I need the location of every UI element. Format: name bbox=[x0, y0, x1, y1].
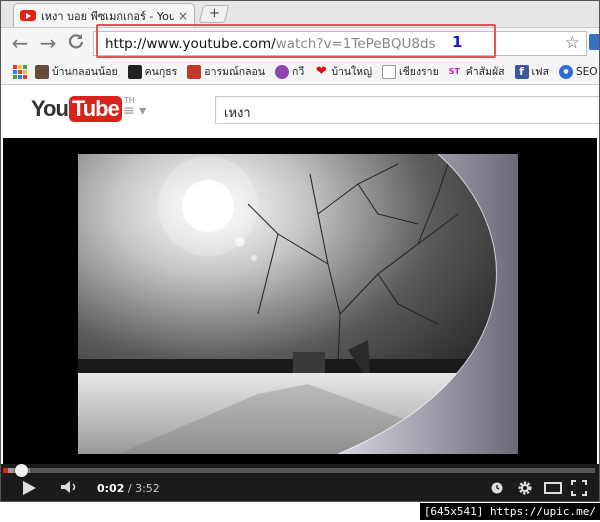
seo-icon: ● bbox=[558, 64, 573, 79]
duration: / 3:52 bbox=[127, 482, 160, 495]
page-icon bbox=[382, 64, 397, 79]
reload-icon bbox=[68, 34, 84, 49]
image-watermark: [645x541] https://upic.me/ bbox=[419, 503, 600, 520]
video-frame-image bbox=[78, 154, 518, 454]
bookmark-favicon bbox=[35, 64, 49, 79]
settings-gear-icon[interactable] bbox=[517, 480, 533, 496]
time-display: 0:02 / 3:52 bbox=[97, 482, 160, 495]
player-controls: 0:02 / 3:52 bbox=[1, 464, 599, 501]
bookmark-label: บ้านกลอนน้อย bbox=[52, 66, 118, 78]
facebook-icon: f bbox=[514, 64, 529, 79]
reload-button[interactable] bbox=[65, 32, 87, 54]
bookmark-item[interactable]: คนกุธร bbox=[127, 63, 178, 80]
video-player[interactable] bbox=[3, 138, 597, 466]
bookmark-label: กวี bbox=[292, 66, 305, 78]
volume-icon[interactable] bbox=[60, 480, 80, 494]
bookmark-label: บ้านใหญ่ bbox=[331, 66, 373, 78]
tab-close-icon[interactable]: × bbox=[178, 9, 188, 23]
bookmark-star-icon[interactable]: ☆ bbox=[565, 33, 580, 53]
annotation-highlight-box bbox=[96, 24, 496, 58]
search-value: เหงา bbox=[224, 106, 251, 121]
bookmark-label: SEO bbox=[575, 65, 598, 78]
bookmark-label: อารมณ์กลอน bbox=[204, 66, 266, 78]
youtube-header: You Tube TH ≡ ▾ เหงา bbox=[1, 86, 599, 138]
youtube-logo[interactable]: You Tube TH bbox=[31, 96, 135, 122]
logo-you-text: You bbox=[31, 96, 69, 121]
st-icon: ST bbox=[448, 66, 460, 76]
bookmarks-bar: บ้านกลอนน้อย คนกุธร อารมณ์กลอน กวี ❤ บ้าน… bbox=[1, 59, 599, 85]
plus-icon: + bbox=[208, 6, 220, 21]
fullscreen-icon[interactable] bbox=[571, 480, 587, 496]
youtube-favicon-icon bbox=[20, 10, 36, 21]
video-frame bbox=[78, 154, 518, 454]
bookmark-item[interactable]: ❤ บ้านใหญ่ bbox=[314, 63, 372, 80]
play-icon[interactable] bbox=[23, 481, 36, 495]
bookmark-item[interactable]: ● SEO bbox=[558, 64, 598, 79]
annotation-number: 1 bbox=[452, 33, 463, 51]
bookmark-item[interactable]: f เฟส bbox=[514, 63, 549, 80]
progress-bar[interactable] bbox=[3, 464, 595, 477]
tab-title: เหงา บอย พีซเมกเกอร์ - You bbox=[41, 9, 174, 23]
bookmark-item[interactable]: กวี bbox=[275, 63, 304, 80]
guide-menu-icon[interactable]: ≡ ▾ bbox=[123, 103, 146, 119]
back-button[interactable]: ← bbox=[9, 32, 31, 54]
watch-later-icon[interactable] bbox=[491, 482, 503, 494]
search-input[interactable]: เหงา bbox=[215, 96, 599, 124]
bookmark-item[interactable]: ST คำสัมผัส bbox=[449, 63, 505, 80]
bookmark-favicon bbox=[275, 64, 290, 79]
bookmark-item[interactable]: บ้านกลอนน้อย bbox=[35, 63, 118, 80]
current-time: 0:02 bbox=[97, 482, 125, 495]
extension-icon[interactable] bbox=[589, 34, 599, 50]
bookmark-label: เชียงราย bbox=[399, 66, 439, 78]
apps-grid-icon[interactable] bbox=[13, 64, 27, 79]
bookmark-label: คนกุธร bbox=[144, 66, 178, 78]
bookmark-favicon bbox=[187, 64, 202, 79]
theater-mode-icon[interactable] bbox=[544, 482, 562, 494]
bookmark-item[interactable]: เชียงราย bbox=[382, 63, 439, 80]
forward-button[interactable]: → bbox=[37, 32, 59, 54]
logo-tube-text: Tube bbox=[68, 96, 122, 122]
bookmark-label: เฟส bbox=[531, 66, 549, 78]
new-tab-button[interactable]: + bbox=[198, 5, 230, 23]
bookmark-label: คำสัมผัส bbox=[465, 66, 505, 78]
browser-window: เหงา บอย พีซเมกเกอร์ - You × + ← → http:… bbox=[0, 0, 600, 502]
progress-played bbox=[3, 468, 9, 473]
bookmark-item[interactable]: อารมณ์กลอน bbox=[187, 63, 265, 80]
heart-icon: ❤ bbox=[315, 63, 327, 79]
bookmark-favicon bbox=[127, 64, 142, 79]
scrubber-handle[interactable] bbox=[15, 464, 29, 477]
